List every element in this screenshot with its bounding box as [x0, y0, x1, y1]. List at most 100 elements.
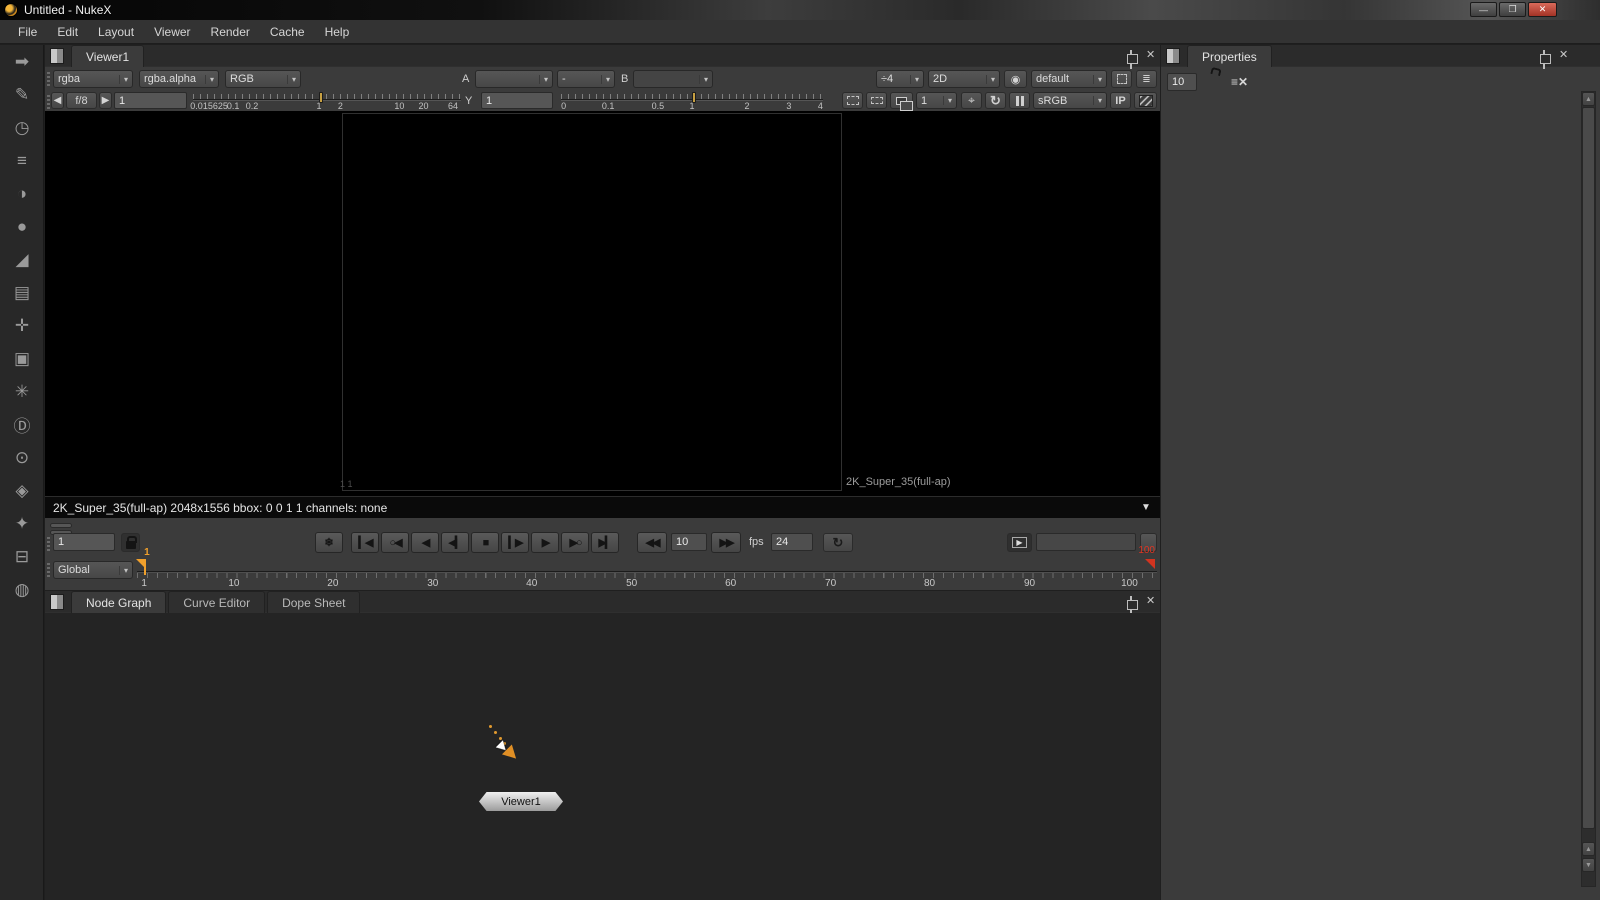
playhead[interactable]: 1: [144, 559, 146, 575]
color-node-icon[interactable]: ◑: [0, 177, 44, 210]
fstop-decrement-button[interactable]: ◀: [51, 92, 64, 109]
tab-dope-sheet[interactable]: Dope Sheet: [267, 591, 360, 613]
dimensions-dropdown[interactable]: 2D▾: [928, 70, 1000, 88]
display-channels-dropdown[interactable]: RGB▾: [225, 70, 301, 88]
scroll-up-icon[interactable]: ▲: [1582, 92, 1595, 106]
particles-node-icon[interactable]: ✳: [0, 375, 44, 408]
play-button[interactable]: ▶: [531, 532, 559, 553]
lut-dropdown[interactable]: sRGB▾: [1033, 92, 1107, 109]
menu-item[interactable]: Cache: [260, 20, 315, 44]
tab-curve-editor[interactable]: Curve Editor: [168, 591, 265, 613]
row-handle[interactable]: [47, 70, 50, 86]
gain-slider-marker[interactable]: [319, 92, 323, 103]
downrez-dropdown[interactable]: ÷4▾: [876, 70, 924, 88]
crop-to-format-button[interactable]: [1111, 70, 1132, 88]
roi-button[interactable]: [842, 92, 863, 109]
jump-forward-button[interactable]: ▶▶: [711, 532, 741, 553]
filter-node-icon[interactable]: ●: [0, 210, 44, 243]
close-all-panels-button[interactable]: ≡✕: [1231, 75, 1248, 89]
keyer-node-icon[interactable]: ◢: [0, 243, 44, 276]
step-back-button[interactable]: ◀▎: [441, 532, 469, 553]
stop-button[interactable]: ■: [471, 532, 499, 553]
image-node-icon[interactable]: ➡: [0, 45, 44, 78]
checkerboard-button[interactable]: [1134, 92, 1157, 109]
views-node-icon[interactable]: ⊙: [0, 441, 44, 474]
3d-node-icon[interactable]: ▣: [0, 342, 44, 375]
goto-end-button[interactable]: ▶▎: [591, 532, 619, 553]
merge-node-icon[interactable]: ▤: [0, 276, 44, 309]
pane-menu-button[interactable]: [50, 48, 64, 64]
menu-item[interactable]: Render: [201, 20, 260, 44]
layer-dropdown[interactable]: rgba▾: [53, 70, 133, 88]
gain-gamma-toggle-button[interactable]: ⌖: [961, 92, 982, 109]
alpha-layer-dropdown[interactable]: rgba.alpha▾: [139, 70, 219, 88]
properties-scrollbar[interactable]: ▲ ▲ ▼: [1581, 91, 1596, 887]
ab-blend-dropdown[interactable]: -▾: [557, 70, 615, 88]
step-forward-button[interactable]: ▎▶: [501, 532, 529, 553]
fps-input[interactable]: 24: [771, 533, 813, 551]
tab-viewer1[interactable]: Viewer1: [71, 45, 144, 67]
refresh-button[interactable]: ↻: [985, 92, 1006, 109]
metadata-node-icon[interactable]: ◈: [0, 474, 44, 507]
deep-node-icon[interactable]: Ⓓ: [0, 408, 44, 441]
row-handle[interactable]: [47, 535, 50, 551]
b-buffer-dropdown[interactable]: ▾: [633, 70, 713, 88]
viewer-settings-button[interactable]: ≣: [1136, 70, 1157, 88]
goto-start-button[interactable]: ▎◀: [351, 532, 379, 553]
menu-item[interactable]: Viewer: [144, 20, 200, 44]
plugins-node-icon[interactable]: ◍: [0, 573, 44, 606]
channel-node-icon[interactable]: ≡: [0, 144, 44, 177]
fstop-button[interactable]: f/8: [66, 92, 97, 109]
time-node-icon[interactable]: ◷: [0, 111, 44, 144]
node-graph-canvas[interactable]: Viewer1: [45, 613, 1160, 900]
gamma-slider-marker[interactable]: [692, 92, 696, 103]
frame-increment-input[interactable]: 10: [671, 533, 707, 551]
gain-slider[interactable]: 0.0156250.10.212102064: [193, 91, 461, 111]
other-node-icon[interactable]: ⊟: [0, 540, 44, 573]
timeline-ruler[interactable]: 1102030405060708090100 1 100: [137, 557, 1157, 591]
play-backward-button[interactable]: ◀: [411, 532, 439, 553]
scroll-up-icon[interactable]: ▲: [1582, 842, 1595, 856]
fstop-increment-button[interactable]: ▶: [99, 92, 112, 109]
monitor-output-button[interactable]: [890, 92, 913, 109]
next-keyframe-button[interactable]: ▶○: [561, 532, 589, 553]
flipbook-button[interactable]: ▶: [1007, 533, 1032, 552]
a-buffer-dropdown[interactable]: ▾: [475, 70, 553, 88]
float-pane-icon[interactable]: [1543, 51, 1545, 69]
scroll-down-icon[interactable]: ▼: [1582, 858, 1595, 872]
info-expand-arrow-icon[interactable]: ▼: [1141, 502, 1151, 513]
close-button[interactable]: ✕: [1528, 2, 1557, 17]
transform-node-icon[interactable]: ✛: [0, 309, 44, 342]
pause-caching-button[interactable]: ❄: [315, 532, 343, 553]
input-process-order-button[interactable]: [866, 92, 887, 109]
close-pane-icon[interactable]: ✕: [1146, 596, 1155, 607]
loop-mode-button[interactable]: ↻: [823, 533, 853, 552]
draw-node-icon[interactable]: ✎: [0, 78, 44, 111]
menu-item[interactable]: Layout: [88, 20, 144, 44]
gamma-input[interactable]: 1: [481, 92, 553, 109]
menu-item[interactable]: Edit: [47, 20, 88, 44]
scrollbar-thumb[interactable]: [1582, 107, 1595, 829]
row-handle[interactable]: [47, 561, 50, 577]
tab-node-graph[interactable]: Node Graph: [71, 591, 166, 613]
menu-item[interactable]: File: [8, 20, 47, 44]
gamma-slider[interactable]: 00.10.51234: [561, 91, 823, 111]
splitter-handle[interactable]: [50, 523, 72, 528]
float-pane-icon[interactable]: [1130, 51, 1132, 69]
pane-menu-button[interactable]: [50, 594, 64, 610]
pane-menu-button[interactable]: [1166, 48, 1180, 64]
jump-back-button[interactable]: ◀◀: [637, 532, 667, 553]
row-handle[interactable]: [47, 93, 50, 109]
lock-range-button[interactable]: [121, 533, 140, 552]
maximize-button[interactable]: ❐: [1499, 2, 1526, 17]
close-pane-icon[interactable]: ✕: [1146, 50, 1155, 61]
max-panels-input[interactable]: 10: [1167, 73, 1197, 91]
pause-updates-button[interactable]: [1009, 92, 1030, 109]
gain-input[interactable]: 1: [114, 92, 187, 109]
tab-properties[interactable]: Properties: [1187, 45, 1272, 67]
viewer-canvas[interactable]: 1 1 2K_Super_35(full-ap): [45, 111, 1160, 496]
menu-item[interactable]: Help: [315, 20, 360, 44]
close-pane-icon[interactable]: ✕: [1559, 50, 1568, 61]
input-process-button[interactable]: IP: [1110, 92, 1131, 109]
current-frame-input[interactable]: 1: [53, 533, 115, 551]
